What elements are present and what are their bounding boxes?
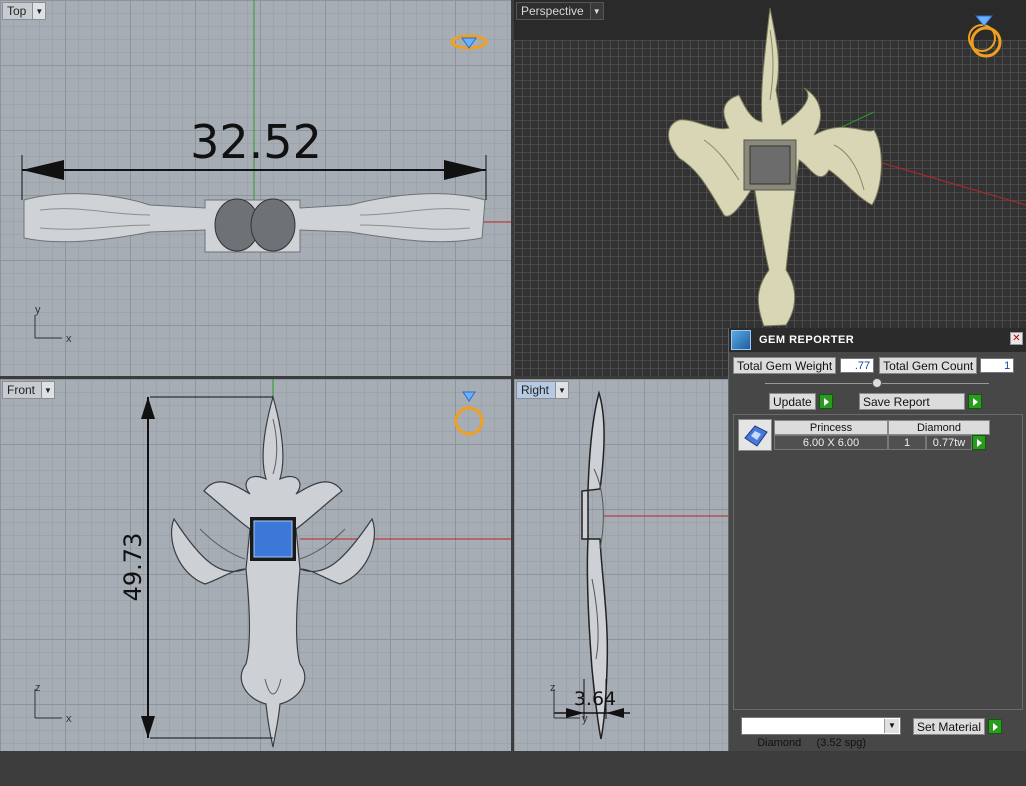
perspective-view-drawing — [514, 0, 1026, 327]
gem-reporter-icon — [731, 330, 751, 350]
play-arrow-icon[interactable] — [968, 394, 982, 409]
gem-count-cell: 1 — [888, 435, 926, 450]
svg-text:z: z — [35, 682, 41, 694]
close-icon[interactable]: ✕ — [1010, 332, 1023, 345]
top-viewport[interactable]: Top ▼ 32.52 y x — [0, 0, 511, 376]
report-slider[interactable] — [765, 378, 989, 388]
totals-row: Total Gem Weight .77 Total Gem Count 1 — [733, 357, 1015, 374]
play-arrow-icon[interactable] — [988, 719, 1003, 734]
gem-shape-header: Princess — [774, 420, 888, 435]
total-gem-weight-label: Total Gem Weight — [733, 357, 837, 374]
front-dimension-text: 49.73 — [119, 533, 147, 602]
svg-text:z: z — [550, 682, 556, 694]
right-viewport[interactable]: Right ▼ 3.64 z y — [514, 379, 728, 751]
princess-gem-icon — [744, 425, 768, 447]
panel-title: GEM REPORTER — [759, 334, 855, 346]
update-button-label: Update — [769, 393, 816, 410]
chevron-down-icon[interactable]: ▼ — [32, 3, 46, 19]
play-arrow-icon[interactable] — [972, 435, 986, 450]
front-viewport-label[interactable]: Front ▼ — [2, 381, 56, 399]
chevron-down-icon[interactable]: ▼ — [884, 719, 899, 733]
gem-reporter-titlebar[interactable]: GEM REPORTER ✕ — [729, 328, 1026, 352]
total-gem-count-field[interactable]: 1 — [980, 358, 1015, 373]
update-button[interactable]: Update — [769, 393, 833, 410]
svg-text:x: x — [66, 333, 72, 345]
svg-text:y: y — [35, 304, 41, 316]
gem-list: Princess Diamond 6.00 X 6.00 1 0.77tw — [733, 414, 1023, 710]
right-viewport-label[interactable]: Right ▼ — [516, 381, 570, 399]
chevron-down-icon[interactable]: ▼ — [589, 3, 603, 19]
top-view-drawing: 32.52 y x — [21, 0, 511, 345]
gem-weight-cell: 0.77tw — [926, 435, 972, 450]
chevron-down-icon[interactable]: ▼ — [41, 382, 55, 398]
total-gem-count-label: Total Gem Count — [879, 357, 978, 374]
perspective-viewport[interactable]: Perspective ▼ — [514, 0, 1026, 376]
chevron-down-icon[interactable]: ▼ — [555, 382, 569, 398]
gem-thumbnail[interactable] — [738, 419, 772, 451]
top-viewport-label[interactable]: Top ▼ — [2, 2, 47, 20]
material-select[interactable]: Diamond (3.52 spg) ▼ — [741, 717, 901, 749]
svg-text:x: x — [66, 713, 72, 725]
gem-reporter-panel: GEM REPORTER ✕ Total Gem Weight .77 Tota… — [728, 328, 1026, 751]
svg-text:y: y — [582, 713, 588, 725]
right-dimension-text: 3.64 — [574, 688, 616, 710]
ring-icon — [454, 391, 484, 436]
set-material-button-label: Set Material — [913, 718, 986, 735]
save-report-button[interactable]: Save Report — [859, 393, 982, 410]
save-report-button-label: Save Report — [859, 393, 965, 410]
right-view-drawing: 3.64 z y — [550, 390, 728, 740]
perspective-viewport-label[interactable]: Perspective ▼ — [516, 2, 604, 20]
front-view-drawing: 49.73 z x — [34, 379, 511, 748]
gem-size-cell: 6.00 X 6.00 — [774, 435, 888, 450]
ring-icon — [450, 34, 488, 50]
play-arrow-icon[interactable] — [818, 394, 833, 409]
set-material-button[interactable]: Set Material — [913, 718, 1003, 735]
material-select-value: Diamond (3.52 spg) — [757, 737, 867, 749]
front-viewport[interactable]: Front ▼ 49.73 z x — [0, 379, 511, 751]
gem-row-action-button[interactable] — [972, 435, 986, 450]
slider-thumb[interactable] — [872, 378, 882, 388]
top-dimension-text: 32.52 — [190, 115, 322, 169]
gem-material-header: Diamond — [888, 420, 990, 435]
total-gem-weight-field[interactable]: .77 — [840, 358, 875, 373]
